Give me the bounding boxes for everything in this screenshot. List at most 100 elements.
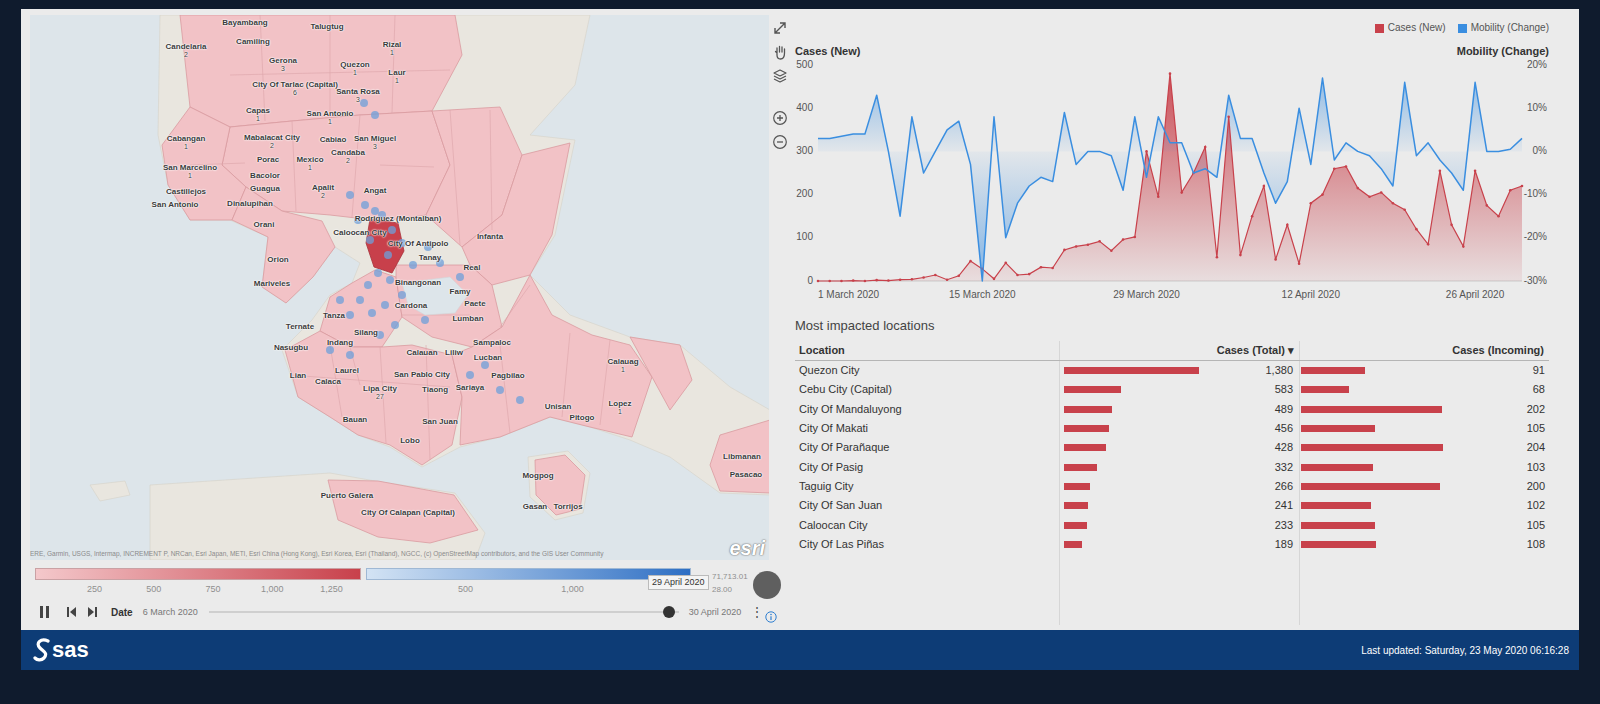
cases-point[interactable] [1415, 228, 1418, 231]
cases-point[interactable] [1462, 245, 1465, 248]
cases-point[interactable] [1180, 191, 1183, 194]
region-shape[interactable] [285, 331, 462, 465]
cases-point[interactable] [852, 279, 855, 282]
cases-point[interactable] [817, 280, 820, 283]
cases-point[interactable] [934, 274, 937, 277]
mobility-dot[interactable] [516, 396, 524, 404]
cases-point[interactable] [1439, 170, 1442, 173]
mobility-dot[interactable] [386, 276, 394, 284]
cases-mobility-chart[interactable]: 500400300200100020%10%0%-10%-20%-30%1 Ma… [795, 58, 1549, 304]
cases-point[interactable] [1251, 215, 1254, 218]
date-slider[interactable] [209, 605, 679, 619]
mobility-dot[interactable] [366, 236, 374, 244]
cases-point[interactable] [946, 278, 949, 281]
more-menu[interactable]: ⋮ [751, 605, 763, 619]
cases-point[interactable] [1274, 258, 1277, 261]
cases-point[interactable] [1051, 267, 1054, 270]
mobility-dot[interactable] [381, 301, 389, 309]
cases-point[interactable] [1427, 243, 1430, 246]
mobility-dot[interactable] [409, 261, 417, 269]
cases-point[interactable] [1098, 240, 1101, 243]
region-shape[interactable] [328, 480, 478, 543]
legend-item[interactable]: Cases (New) [1375, 21, 1446, 35]
layers-icon[interactable] [772, 68, 788, 84]
cases-point[interactable] [1356, 187, 1359, 190]
mobility-dot[interactable] [346, 191, 354, 199]
slider-knob[interactable] [663, 606, 675, 618]
cases-point[interactable] [1403, 208, 1406, 211]
mobility-dot[interactable] [456, 273, 464, 281]
table-row[interactable]: City Of Pasig332103 [795, 457, 1549, 476]
mobility-dot[interactable] [360, 99, 368, 107]
mobility-dot[interactable] [388, 226, 396, 234]
cases-point[interactable] [828, 280, 831, 283]
mobility-dot[interactable] [466, 371, 474, 379]
mobility-dot[interactable] [371, 207, 379, 215]
step-forward-icon[interactable] [88, 607, 97, 617]
cases-point[interactable] [1263, 185, 1266, 188]
mobility-dot[interactable] [356, 296, 364, 304]
mobility-dot[interactable] [346, 311, 354, 319]
pause-icon[interactable] [40, 606, 49, 618]
cases-point[interactable] [875, 279, 878, 282]
cases-point[interactable] [1497, 215, 1500, 218]
cases-point[interactable] [1239, 254, 1242, 257]
zoom-in-icon[interactable] [772, 110, 788, 126]
zoom-out-icon[interactable] [772, 134, 788, 150]
cases-point[interactable] [1321, 193, 1324, 196]
region-shape[interactable] [710, 420, 769, 493]
mobility-dot[interactable] [336, 296, 344, 304]
table-row[interactable]: City Of Las Piñas189108 [795, 535, 1549, 554]
cases-point[interactable] [1392, 202, 1395, 205]
mobility-dot[interactable] [361, 201, 369, 209]
cases-point[interactable] [1004, 262, 1007, 265]
cases-point[interactable] [1028, 273, 1031, 276]
region-shape[interactable] [222, 111, 450, 221]
mobility-dot[interactable] [384, 251, 392, 259]
mobility-dot[interactable] [346, 351, 354, 359]
cases-point[interactable] [1333, 167, 1336, 170]
mobility-dot[interactable] [374, 269, 382, 277]
cases-point[interactable] [958, 275, 961, 278]
column-header[interactable]: Location [795, 344, 1059, 357]
region-shape[interactable] [452, 275, 652, 445]
step-back-icon[interactable] [67, 607, 76, 617]
table-row[interactable]: Quezon City1,38091 [795, 361, 1549, 380]
region-shape[interactable] [630, 337, 692, 410]
cases-point[interactable] [1345, 165, 1348, 168]
cases-point[interactable] [969, 260, 972, 263]
table-row[interactable]: City Of Mandaluyong489202 [795, 400, 1549, 419]
cases-point[interactable] [1216, 256, 1219, 259]
cases-point[interactable] [1380, 191, 1383, 194]
cases-point[interactable] [1087, 243, 1090, 246]
table-row[interactable]: City Of Makati456105 [795, 419, 1549, 438]
mobility-dot[interactable] [496, 386, 504, 394]
cases-point[interactable] [1134, 236, 1137, 239]
cases-point[interactable] [1122, 238, 1125, 241]
info-icon[interactable] [765, 611, 777, 623]
column-header[interactable]: Cases (Total) ▾ [1059, 344, 1299, 357]
mobility-dot[interactable] [481, 361, 489, 369]
cases-point[interactable] [840, 280, 843, 283]
cases-point[interactable] [899, 278, 902, 281]
cases-point[interactable] [1298, 262, 1301, 265]
mobility-dot[interactable] [326, 346, 334, 354]
cases-point[interactable] [1075, 245, 1078, 248]
region-shape[interactable] [462, 143, 570, 285]
region-shape[interactable] [180, 15, 462, 127]
cases-point[interactable] [1450, 224, 1453, 227]
mobility-dot[interactable] [421, 316, 429, 324]
cases-point[interactable] [1157, 195, 1160, 198]
cases-point[interactable] [1145, 150, 1148, 153]
cases-point[interactable] [993, 278, 996, 281]
cases-point[interactable] [1063, 249, 1066, 252]
expand-icon[interactable] [772, 20, 788, 36]
cases-point[interactable] [1310, 202, 1313, 205]
region-shape[interactable] [320, 270, 402, 347]
cases-point[interactable] [1110, 249, 1113, 252]
mobility-dot[interactable] [398, 291, 406, 299]
cases-point[interactable] [1204, 146, 1207, 149]
cases-point[interactable] [1040, 266, 1043, 269]
cases-point[interactable] [1286, 224, 1289, 227]
mobility-dot[interactable] [368, 309, 376, 317]
